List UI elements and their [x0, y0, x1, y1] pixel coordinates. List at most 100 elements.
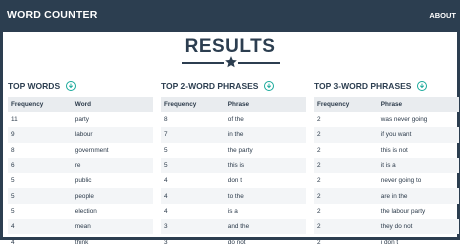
- frequency-cell: 4: [11, 238, 15, 246]
- table-row: 2 they do not: [314, 219, 459, 235]
- download-icon[interactable]: [264, 81, 275, 91]
- table-row: 4 is a: [161, 204, 306, 219]
- frequency-cell: 8: [11, 146, 15, 154]
- word-cell: government: [74, 146, 109, 154]
- phrase-cell: is a: [227, 207, 238, 215]
- frequency-cell: 8: [164, 116, 168, 124]
- frequency-cell: 2: [317, 116, 321, 124]
- table-row: 5 public: [8, 173, 153, 188]
- frequency-cell: 5: [8, 188, 72, 204]
- table-row: 5 election: [8, 204, 153, 219]
- phrase-cell: never going to: [380, 177, 422, 185]
- phrase-cell: was never going: [380, 116, 428, 124]
- section-title: TOP 3-WORD PHRASES: [314, 81, 412, 91]
- phrase-cell: of the: [227, 116, 244, 124]
- frequency-cell: 4: [164, 207, 168, 215]
- frequency-cell: 2: [314, 219, 378, 235]
- word-cell: mean: [71, 219, 153, 235]
- frequency-cell: 5: [11, 207, 15, 215]
- brand-logo-link[interactable]: WORD COUNTER: [7, 9, 97, 21]
- table-row: 2 it is a: [314, 157, 459, 174]
- word-cell: labour: [71, 127, 153, 143]
- frequency-cell: 4: [8, 219, 72, 235]
- section-title: TOP 2-WORD PHRASES: [161, 81, 259, 91]
- word-cell: party: [74, 116, 90, 124]
- word-cell: think: [74, 238, 89, 246]
- frequency-cell: 2: [317, 177, 321, 185]
- table-row: 2 are in the: [314, 188, 459, 204]
- download-icon[interactable]: [66, 81, 77, 91]
- frequency-cell: 4: [161, 188, 225, 204]
- phrase-cell: the party: [227, 146, 253, 154]
- column-header: Phrase: [377, 97, 459, 112]
- table-row: 5 this is: [161, 157, 306, 174]
- frequency-cell: 2: [317, 238, 321, 246]
- phrase-cell: if you want: [377, 127, 459, 143]
- phrase-cell: they do not: [377, 219, 459, 235]
- table-row: 2 i don t: [314, 234, 459, 249]
- top-2-word-phrases-table: Frequency Phrase 8 of the 7 in the 5 the pa…: [161, 97, 306, 250]
- table-row: 2 the labour party: [314, 204, 459, 219]
- frequency-cell: 9: [8, 127, 72, 143]
- frequency-cell: 5: [11, 177, 15, 185]
- table-row: 4 to the: [161, 188, 306, 204]
- table-header-row: Frequency Word: [8, 97, 153, 112]
- phrase-cell: don t: [227, 177, 243, 185]
- table-row: 5 the party: [161, 143, 306, 158]
- word-cell: election: [74, 207, 97, 215]
- frequency-cell: 3: [161, 219, 225, 235]
- frequency-cell: 2: [314, 157, 378, 174]
- table-row: 6 re: [8, 157, 153, 174]
- table-row: 2 if you want: [314, 127, 459, 143]
- frequency-cell: 4: [164, 177, 168, 185]
- top-navbar: WORD COUNTER ABOUT: [0, 0, 460, 32]
- column-header: Frequency: [8, 97, 72, 112]
- frequency-cell: 2: [314, 188, 378, 204]
- word-cell: people: [71, 188, 153, 204]
- top-3-word-phrases-table: Frequency Phrase 2 was never going 2 if yo…: [314, 97, 459, 250]
- star-icon: [225, 56, 237, 68]
- column-header: Phrase: [224, 97, 306, 112]
- phrase-cell: it is a: [377, 157, 459, 174]
- table-row: 8 of the: [161, 112, 306, 127]
- table-row: 9 labour: [8, 127, 153, 143]
- table-row: 4 mean: [8, 219, 153, 235]
- top-3-word-phrases-section: TOP 3-WORD PHRASES Frequency Phrase 2 was…: [314, 79, 459, 250]
- table-row: 4 think: [8, 234, 153, 249]
- column-header: Word: [71, 97, 153, 112]
- title-divider-left: [182, 62, 224, 64]
- phrase-cell: in the: [224, 127, 306, 143]
- column-header: Frequency: [314, 97, 378, 112]
- phrase-cell: i don t: [380, 238, 399, 246]
- table-row: 3 and the: [161, 219, 306, 235]
- table-header-row: Frequency Phrase: [314, 97, 459, 112]
- top-words-table: Frequency Word 11 party 9 labour 8 governme…: [8, 97, 153, 250]
- nav-about-link[interactable]: ABOUT: [429, 11, 456, 20]
- table-row: 8 government: [8, 143, 153, 158]
- frequency-cell: 11: [11, 116, 18, 124]
- table-row: 5 people: [8, 188, 153, 204]
- word-cell: public: [74, 177, 92, 185]
- column-header: Frequency: [161, 97, 225, 112]
- section-title: TOP WORDS: [8, 81, 61, 91]
- phrase-cell: the labour party: [380, 207, 426, 215]
- table-row: 4 don t: [161, 173, 306, 188]
- phrase-cell: are in the: [377, 188, 459, 204]
- download-icon[interactable]: [417, 81, 428, 91]
- table-header-row: Frequency Phrase: [161, 97, 306, 112]
- table-row: 11 party: [8, 112, 153, 127]
- frequency-cell: 5: [164, 146, 168, 154]
- word-cell: re: [71, 157, 153, 174]
- table-row: 2 never going to: [314, 173, 459, 188]
- title-divider-right: [238, 62, 280, 64]
- frequency-cell: 3: [164, 238, 168, 246]
- table-row: 7 in the: [161, 127, 306, 143]
- top-2-word-phrases-section: TOP 2-WORD PHRASES Frequency Phrase 8 of …: [161, 79, 306, 250]
- frequency-cell: 6: [8, 157, 72, 174]
- frequency-cell: 7: [161, 127, 225, 143]
- frequency-cell: 2: [317, 146, 321, 154]
- frequency-cell: 2: [314, 127, 378, 143]
- top-words-section: TOP WORDS Frequency Word 11 party 9 labour…: [8, 79, 153, 250]
- table-row: 2 was never going: [314, 112, 459, 127]
- phrase-cell: to the: [224, 188, 306, 204]
